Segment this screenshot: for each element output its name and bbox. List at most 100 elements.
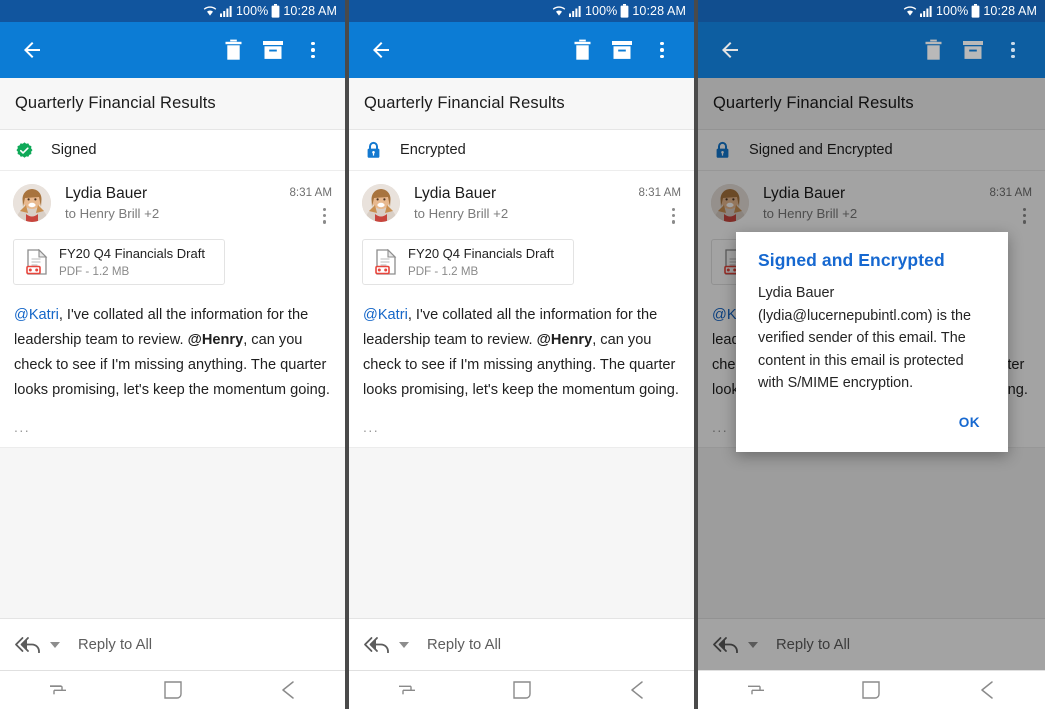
- subject-text: Quarterly Financial Results: [15, 94, 216, 113]
- clock-label: 10:28 AM: [983, 4, 1037, 18]
- expand-quoted-text-button[interactable]: ...: [14, 419, 38, 435]
- mention-henry[interactable]: @Henry: [537, 332, 593, 348]
- battery-percent-label: 100%: [585, 4, 617, 18]
- recipients-label: to Henry Brill +2: [763, 205, 989, 222]
- screenshot-root: 100% 10:28 AM Quarterly Finan: [0, 0, 1045, 709]
- reply-all-bar[interactable]: Reply to All: [349, 618, 694, 670]
- attachment-name: FY20 Q4 Financials Draft: [59, 246, 205, 261]
- more-vertical-icon[interactable]: [642, 30, 682, 70]
- pdf-file-icon: [373, 249, 399, 275]
- dialog-title: Signed and Encrypted: [758, 250, 988, 271]
- archive-icon[interactable]: [602, 30, 642, 70]
- chevron-down-icon[interactable]: [748, 642, 758, 648]
- subject-bar: Quarterly Financial Results: [698, 78, 1045, 130]
- system-nav-bar: [349, 670, 694, 709]
- reply-all-icon: [14, 636, 41, 653]
- attachment-text: FY20 Q4 Financials Draft PDF - 1.2 MB: [59, 245, 205, 279]
- recents-icon[interactable]: [380, 673, 434, 707]
- trash-icon[interactable]: [213, 30, 253, 70]
- trash-icon[interactable]: [562, 30, 602, 70]
- message-more-icon[interactable]: [1017, 206, 1032, 226]
- status-bar: 100% 10:28 AM: [0, 0, 345, 22]
- subject-bar: Quarterly Financial Results: [349, 78, 694, 130]
- pdf-file-icon: [24, 249, 50, 275]
- security-banner-label: Signed: [51, 142, 96, 158]
- back-arrow-icon[interactable]: [710, 30, 750, 70]
- nav-back-arrow-icon[interactable]: [261, 673, 315, 707]
- home-square-icon[interactable]: [495, 673, 549, 707]
- sender-row: Lydia Bauer to Henry Brill +2 8:31 AM: [349, 171, 694, 226]
- battery-icon: [971, 4, 980, 18]
- nav-back-arrow-icon[interactable]: [610, 673, 664, 707]
- cellular-signal-icon: [920, 5, 933, 17]
- security-info-dialog: Signed and Encrypted Lydia Bauer (lydia@…: [736, 232, 1008, 452]
- wifi-icon: [903, 5, 917, 17]
- system-nav-bar: [698, 670, 1045, 709]
- message-meta: 8:31 AM: [289, 184, 332, 226]
- app-bar: [698, 22, 1045, 78]
- message-body: @Katri, I've collated all the informatio…: [349, 285, 694, 403]
- sender-name: Lydia Bauer: [65, 184, 289, 203]
- lock-icon: [364, 141, 383, 159]
- signed-seal-icon: [15, 142, 34, 159]
- recipients-label: to Henry Brill +2: [414, 205, 638, 222]
- attachment-meta: PDF - 1.2 MB: [59, 264, 205, 279]
- message-time: 8:31 AM: [989, 186, 1032, 199]
- attachment-chip[interactable]: FY20 Q4 Financials Draft PDF - 1.2 MB: [362, 239, 574, 285]
- nav-back-arrow-icon[interactable]: [960, 673, 1014, 707]
- mention-katri[interactable]: @Katri: [363, 307, 408, 323]
- recents-icon[interactable]: [729, 673, 783, 707]
- mention-katri[interactable]: @Katri: [14, 307, 59, 323]
- message-meta: 8:31 AM: [989, 184, 1032, 226]
- more-vertical-icon[interactable]: [993, 30, 1033, 70]
- subject-text: Quarterly Financial Results: [364, 94, 565, 113]
- clock-label: 10:28 AM: [632, 4, 686, 18]
- archive-icon[interactable]: [953, 30, 993, 70]
- expand-quoted-text-button[interactable]: ...: [712, 419, 736, 435]
- empty-space: [349, 448, 694, 618]
- battery-icon: [620, 4, 629, 18]
- home-square-icon[interactable]: [146, 673, 200, 707]
- reply-all-label: Reply to All: [427, 637, 501, 653]
- chevron-down-icon[interactable]: [50, 642, 60, 648]
- wifi-icon: [203, 5, 217, 17]
- message-more-icon[interactable]: [317, 206, 332, 226]
- reply-all-bar[interactable]: Reply to All: [698, 618, 1045, 670]
- security-banner-signed[interactable]: Signed: [0, 130, 345, 171]
- expand-quoted-text-button[interactable]: ...: [363, 419, 387, 435]
- home-square-icon[interactable]: [844, 673, 898, 707]
- sender-info: Lydia Bauer to Henry Brill +2: [414, 184, 638, 222]
- attachment-name: FY20 Q4 Financials Draft: [408, 246, 554, 261]
- avatar[interactable]: [362, 184, 400, 222]
- phone-panel-signed-encrypted: 100% 10:28 AM Quarterly Finan: [698, 0, 1045, 709]
- dialog-body: Lydia Bauer (lydia@lucernepubintl.com) i…: [758, 282, 988, 395]
- message-time: 8:31 AM: [289, 186, 332, 199]
- chevron-down-icon[interactable]: [399, 642, 409, 648]
- security-banner-label: Signed and Encrypted: [749, 142, 893, 158]
- sender-row: Lydia Bauer to Henry Brill +2 8:31 AM: [0, 171, 345, 226]
- back-arrow-icon[interactable]: [12, 30, 52, 70]
- sender-row: Lydia Bauer to Henry Brill +2 8:31 AM: [698, 171, 1045, 226]
- security-banner-encrypted[interactable]: Encrypted: [349, 130, 694, 171]
- back-arrow-icon[interactable]: [361, 30, 401, 70]
- dialog-actions: OK: [758, 395, 988, 444]
- trash-icon[interactable]: [913, 30, 953, 70]
- security-banner-label: Encrypted: [400, 142, 466, 158]
- lock-icon: [713, 141, 732, 159]
- clock-label: 10:28 AM: [283, 4, 337, 18]
- message-body: @Katri, I've collated all the informatio…: [0, 285, 345, 403]
- status-bar: 100% 10:28 AM: [698, 0, 1045, 22]
- attachment-chip[interactable]: FY20 Q4 Financials Draft PDF - 1.2 MB: [13, 239, 225, 285]
- ok-button[interactable]: OK: [953, 409, 986, 436]
- security-banner-signed-encrypted[interactable]: Signed and Encrypted: [698, 130, 1045, 171]
- reply-all-bar[interactable]: Reply to All: [0, 618, 345, 670]
- more-vertical-icon[interactable]: [293, 30, 333, 70]
- avatar[interactable]: [13, 184, 51, 222]
- recents-icon[interactable]: [31, 673, 85, 707]
- mention-henry[interactable]: @Henry: [188, 332, 244, 348]
- avatar[interactable]: [711, 184, 749, 222]
- app-bar: [0, 22, 345, 78]
- message-more-icon[interactable]: [666, 206, 681, 226]
- cellular-signal-icon: [569, 5, 582, 17]
- archive-icon[interactable]: [253, 30, 293, 70]
